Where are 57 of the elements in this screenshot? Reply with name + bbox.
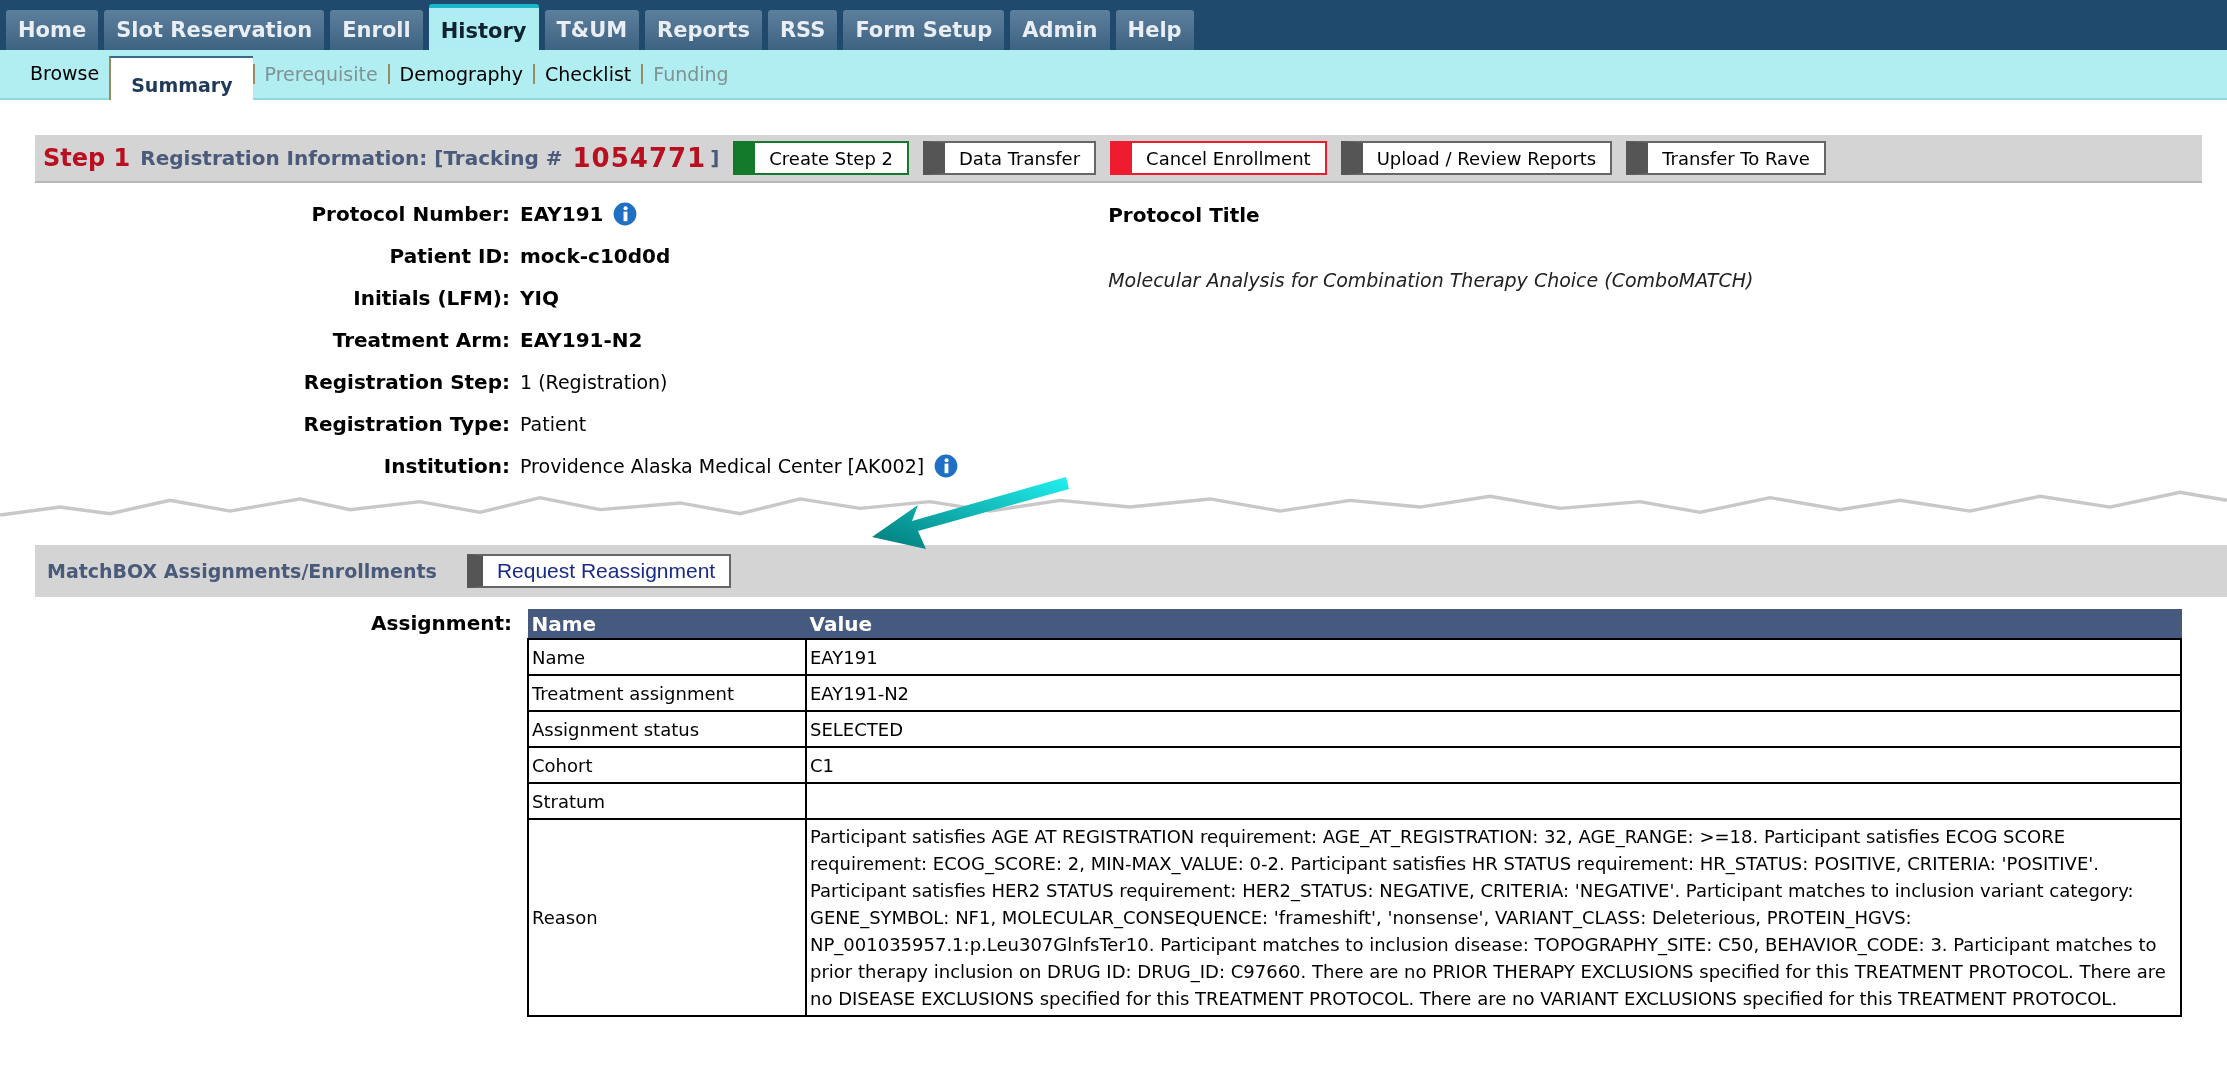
action-button[interactable]: Upload / Review Reports <box>1340 141 1613 175</box>
field-value: Patient <box>520 413 587 435</box>
table-cell: Stratum <box>528 783 806 819</box>
sub-tab[interactable]: Summary <box>109 56 253 100</box>
section-title: Registration Information: [Tracking # <box>140 146 563 170</box>
field-label: Registration Type: <box>302 412 510 436</box>
table-cell: Name <box>528 639 806 675</box>
table-cell: C1 <box>806 747 2181 783</box>
action-button[interactable]: Transfer To Rave <box>1626 141 1826 175</box>
info-icon[interactable] <box>934 454 959 478</box>
nav-tab[interactable]: RSS <box>767 10 838 50</box>
sub-tab[interactable]: Checklist <box>532 64 642 84</box>
field-value: EAY191-N2 <box>520 328 643 352</box>
action-button[interactable]: Create Step 2 <box>733 141 909 175</box>
field-value: mock-c10d0d <box>520 244 671 268</box>
nav-tab[interactable]: T&UM <box>544 10 640 50</box>
table-cell: EAY191 <box>806 639 2181 675</box>
protocol-title-label: Protocol Title <box>1108 203 1261 227</box>
field-label: Institution: <box>382 454 510 478</box>
table-cell: SELECTED <box>806 711 2181 747</box>
field-value: 1 (Registration) <box>520 371 668 393</box>
column-header: Value <box>806 609 2181 639</box>
nav-tab[interactable]: Help <box>1115 10 1194 50</box>
table-cell: EAY191-N2 <box>806 675 2181 711</box>
nav-tab[interactable]: Form Setup <box>843 10 1005 50</box>
field-value: Providence Alaska Medical Center [AK002] <box>520 455 925 477</box>
action-button[interactable]: Data Transfer <box>923 141 1097 175</box>
field-label: Initials (LFM): <box>352 286 510 310</box>
table-cell: Assignment status <box>528 711 806 747</box>
nav-tab[interactable]: Home <box>6 10 99 50</box>
protocol-title: Molecular Analysis for Combination Therapy Choice (ComboMATCH) <box>1108 269 1754 291</box>
nav-tab[interactable]: Enroll <box>330 10 423 50</box>
field-label: Assignment: <box>370 610 513 637</box>
column-header: Name <box>528 609 806 639</box>
field-value: YIQ <box>520 286 559 310</box>
field-value: EAY191 <box>520 202 604 226</box>
info-icon[interactable] <box>613 202 638 226</box>
table-cell: Cohort <box>528 747 806 783</box>
nav-tab[interactable]: Reports <box>645 10 762 50</box>
table-cell: Treatment assignment <box>528 675 806 711</box>
field-label: Treatment Arm: <box>331 328 510 352</box>
sub-tab[interactable]: Browse <box>20 54 110 92</box>
action-button[interactable]: Cancel Enrollment <box>1110 141 1327 175</box>
sub-tab[interactable]: Demography <box>387 64 533 84</box>
field-label: Registration Step: <box>302 370 510 394</box>
table-cell: Reason <box>528 819 806 1016</box>
step-label: Step 1 <box>43 144 131 172</box>
table-cell: Participant satisfies AGE AT REGISTRATION requirement: AGE_AT_REGISTRATION: 32, AGE_RANGE: >=18. Participant satisfies ECOG SCORE requirement: ECOG_SCORE: 2, MIN-MAX_VALUE: 0-2. Participant satisfies HR STATUS requirement: HR_STATUS: POSITIVE, CRITERIA: 'POSITIVE'. Participant satisfies HER2 STATUS requirement: HER2_STATUS: NEGATIVE, CRITERIA: 'NEGATIVE'. Participant matches to inclusion variant category: GENE_SYMBOL: NF1, MOLECULAR_CONSEQUENCE: 'frameshift', 'nonsense', VARIANT_CLASS: Deleterious, PROTEIN_HGVS: NP_001035957.1:p.Leu307GlnfsTer10. Participant matches to inclusion disease: TOPOGRAPHY_SITE: C50, BEHAVIOR_CODE: 3. Participant matches to prior therapy inclusion on DRUG ID: DRUG_ID: C97660. There are no PRIOR THERAPY EXCLUSIONS specified for this TREATMENT PROTOCOL. There are no DISEASE EXCLUSIONS specified for this TREATMENT PROTOCOL. There are no VARIANT EXCLUSIONS specified for this TREATMENT PROTOCOL. <box>806 819 2181 1016</box>
nav-tab[interactable]: Admin <box>1010 10 1110 50</box>
nav-tab[interactable]: Slot Reservation <box>104 10 325 50</box>
bracket-text: ] <box>710 146 720 170</box>
nav-tab[interactable]: History <box>428 4 539 50</box>
request-reassignment-button[interactable]: Request Reassignment <box>466 554 732 588</box>
field-label: Protocol Number: <box>310 202 510 226</box>
tracking-number: 1054771 <box>572 143 707 173</box>
field-label: Patient ID: <box>388 244 510 268</box>
section-title: MatchBOX Assignments/Enrollments <box>47 560 437 582</box>
